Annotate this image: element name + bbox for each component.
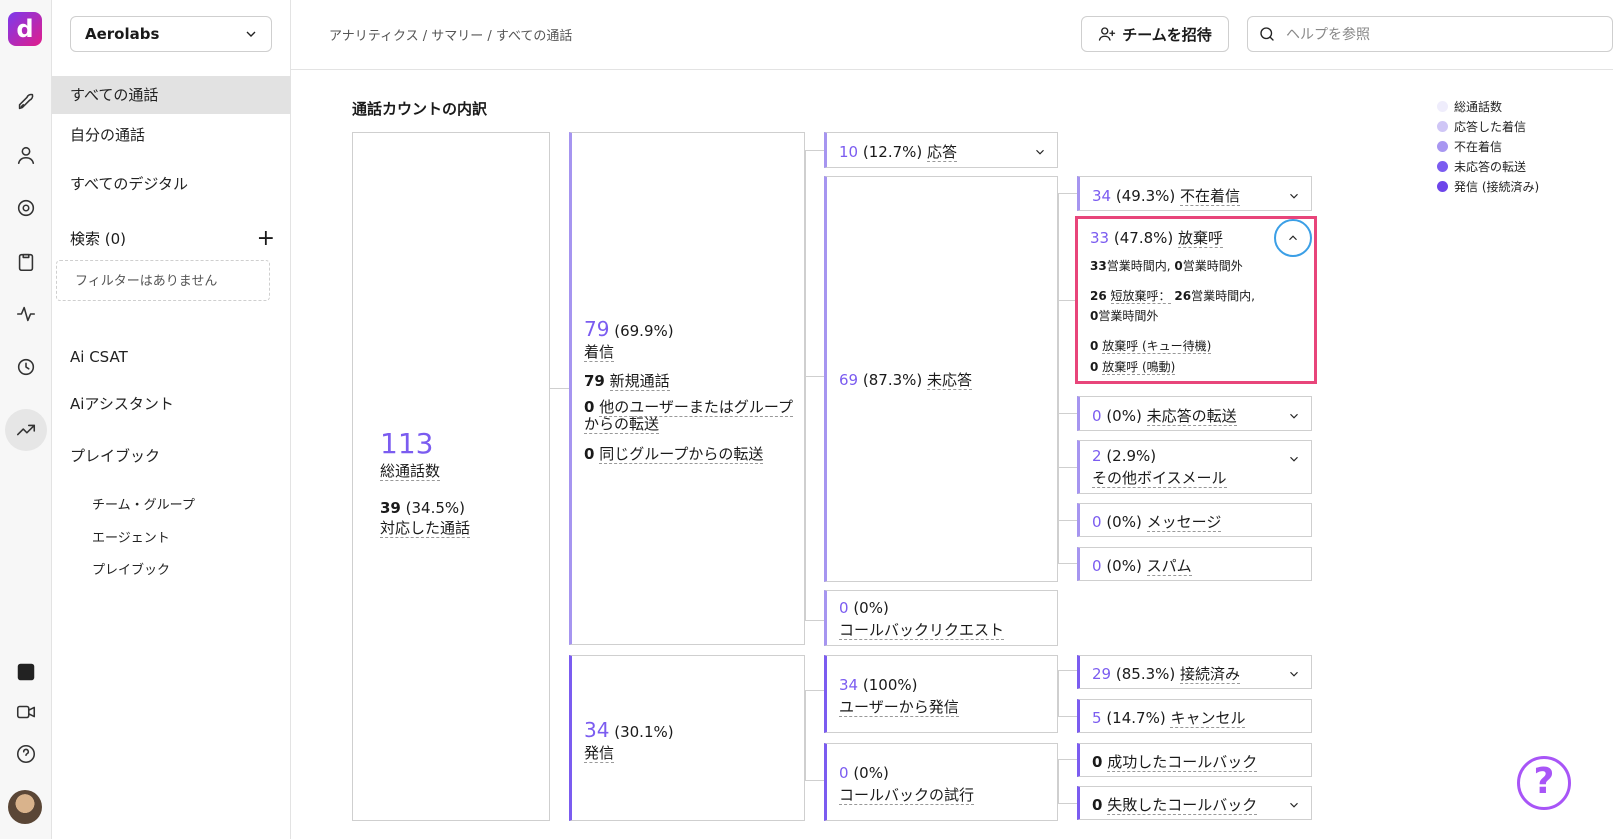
workspace-select[interactable]: Aerolabs [70, 16, 272, 52]
legend-item: 総通話数 [1437, 96, 1539, 116]
chevron-down-icon [246, 31, 256, 37]
topbar: アナリティクス / サマリー / すべての通話 チームを招待 ヘルプを参照 [291, 0, 1613, 70]
sidebar-item-all-calls[interactable]: すべての通話 [52, 76, 291, 114]
contacts-icon[interactable] [12, 141, 40, 169]
sidebar-sub-playbook[interactable]: プレイブック [92, 559, 170, 578]
total-calls-box: 113 総通話数 39 (34.5%) 対応した通話 [352, 132, 550, 821]
help-search-input[interactable]: ヘルプを参照 [1247, 16, 1613, 52]
answered-row[interactable]: 10 (12.7%) 応答 [824, 132, 1058, 168]
total-label: 総通話数 [380, 462, 441, 481]
cancel-row: 5 (14.7%) キャンセル [1077, 699, 1312, 733]
sidebar: Aerolabs すべての通話 自分の通話 すべてのデジタル 検索 (0) + … [52, 0, 291, 839]
breadcrumb: アナリティクス / サマリー / すべての通話 [329, 29, 573, 44]
workspace-name: Aerolabs [85, 25, 160, 43]
incoming-label: 着信 [584, 343, 615, 362]
chevron-down-icon[interactable] [1287, 797, 1301, 811]
clipboard-icon[interactable] [12, 248, 40, 276]
chevron-down-icon[interactable] [1287, 188, 1301, 202]
chevron-down-icon[interactable] [1033, 144, 1047, 158]
dialpad-app-icon[interactable] [12, 658, 40, 686]
callback-attempt-box: 0 (0%) コールバックの試行 [824, 743, 1058, 821]
voicemail-row[interactable]: 2 (2.9%) その他ボイスメール [1077, 440, 1312, 494]
help-circle-icon[interactable] [12, 740, 40, 768]
callback-success-row: 0 成功したコールバック [1077, 743, 1312, 777]
user-plus-icon [1099, 27, 1116, 41]
sidebar-item-all-digital[interactable]: すべてのデジタル [52, 165, 291, 203]
app-logo-icon[interactable]: d [8, 12, 42, 46]
search-label[interactable]: 検索 (0) [70, 228, 126, 249]
legend-item: 応答した着信 [1437, 116, 1539, 136]
chevron-down-icon[interactable] [1287, 666, 1301, 680]
connected-row[interactable]: 29 (85.3%) 接続済み [1077, 655, 1312, 689]
search-row: 検索 (0) + [70, 227, 275, 249]
sidebar-item-playbook[interactable]: プレイブック [52, 437, 291, 475]
settings-icon[interactable] [12, 194, 40, 222]
collapse-button[interactable] [1274, 219, 1312, 257]
message-row: 0 (0%) メッセージ [1077, 503, 1312, 537]
no-filters-box: フィルターはありません [56, 260, 270, 301]
page-title: 通話カウントの内訳 [352, 100, 488, 118]
unanswered-box: 69 (87.3%) 未応答 [824, 176, 1058, 582]
invite-team-button[interactable]: チームを招待 [1081, 16, 1229, 52]
user-outgoing-box: 34 (100%) ユーザーから発信 [824, 655, 1058, 733]
analytics-icon[interactable] [5, 409, 47, 451]
callback-fail-row[interactable]: 0 失敗したコールバック [1077, 786, 1312, 820]
help-fab-icon[interactable]: ? [1517, 756, 1571, 810]
chevron-up-icon [1289, 235, 1297, 241]
activity-icon[interactable] [12, 300, 40, 328]
spam-row: 0 (0%) スパム [1077, 547, 1312, 581]
legend-item: 不在着信 [1437, 136, 1539, 156]
chevron-down-icon[interactable] [1287, 451, 1301, 465]
outgoing-box: 34 (30.1%) 発信 [569, 655, 805, 821]
total-count: 113 [380, 427, 434, 460]
incoming-box: 79 (69.9%) 着信 79 新規通話 0 他のユーザーまたはグループからの… [569, 132, 805, 645]
video-icon[interactable] [12, 698, 40, 726]
search-icon [1260, 27, 1274, 41]
handled-label: 対応した通話 [380, 519, 471, 538]
incoming-count: 79 [584, 317, 610, 341]
invite-label: チームを招待 [1122, 25, 1212, 44]
missed-row[interactable]: 34 (49.3%) 不在着信 [1077, 176, 1312, 211]
help-placeholder: ヘルプを参照 [1286, 27, 1370, 43]
chevron-down-icon[interactable] [1287, 408, 1301, 422]
avatar[interactable] [8, 790, 42, 824]
sidebar-sub-agent[interactable]: エージェント [92, 527, 170, 546]
history-icon[interactable] [12, 353, 40, 381]
legend: 総通話数 応答した着信 不在着信 未応答の転送 発信 (接続済み) [1437, 96, 1539, 196]
legend-item: 未応答の転送 [1437, 156, 1539, 176]
sidebar-sub-team[interactable]: チーム・グループ [92, 494, 195, 513]
legend-item: 発信 (接続済み) [1437, 176, 1539, 196]
unanswered-transfer-row[interactable]: 0 (0%) 未応答の転送 [1077, 396, 1312, 431]
rocket-icon[interactable] [12, 88, 40, 116]
sidebar-item-my-calls[interactable]: 自分の通話 [52, 116, 291, 154]
app-rail: d [0, 0, 52, 839]
add-search-icon[interactable]: + [257, 227, 275, 249]
callback-request-box: 0 (0%) コールバックリクエスト [824, 590, 1058, 646]
sidebar-item-ai-assistant[interactable]: Aiアシスタント [52, 385, 291, 423]
sidebar-item-ai-csat[interactable]: Ai CSAT [52, 338, 291, 376]
outgoing-count: 34 [584, 718, 610, 742]
